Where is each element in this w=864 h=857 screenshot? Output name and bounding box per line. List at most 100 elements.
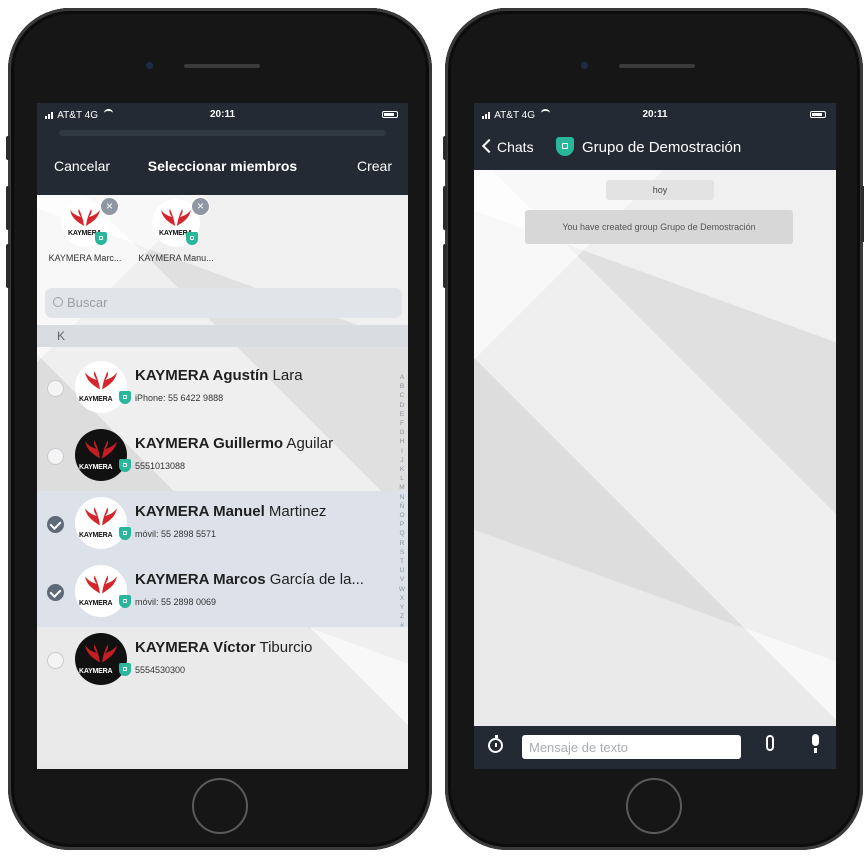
kaymera-logo-icon bbox=[85, 371, 117, 390]
contact-name: KAYMERA Manuel Martinez bbox=[135, 503, 326, 520]
alphabet-index-letter[interactable]: U bbox=[398, 566, 406, 575]
alphabet-index-letter[interactable]: P bbox=[398, 520, 406, 529]
chat-title[interactable]: Grupo de Demostración bbox=[582, 139, 741, 156]
create-button[interactable]: Crear bbox=[357, 158, 392, 174]
alphabet-index-letter[interactable]: N bbox=[398, 493, 406, 502]
alphabet-index-letter[interactable]: M bbox=[398, 483, 406, 492]
alphabet-index-letter[interactable]: T bbox=[398, 557, 406, 566]
alphabet-index-letter[interactable]: Z bbox=[398, 612, 406, 621]
contact-name-rest: Tiburcio bbox=[255, 639, 313, 656]
status-bar: AT&T 4G 20:11 bbox=[37, 103, 408, 128]
alphabet-index-letter[interactable]: F bbox=[398, 419, 406, 428]
chevron-left-icon bbox=[481, 138, 497, 154]
alphabet-index-letter[interactable]: D bbox=[398, 401, 406, 410]
selected-member-chip[interactable]: KAYMERA × KAYMERA Marc... bbox=[39, 197, 131, 263]
search-placeholder: Buscar bbox=[67, 295, 108, 310]
alphabet-index-letter[interactable]: # bbox=[398, 621, 406, 630]
avatar: KAYMERA bbox=[75, 497, 127, 549]
select-radio[interactable] bbox=[47, 448, 64, 465]
section-header: K bbox=[37, 325, 408, 347]
contact-name-rest: Lara bbox=[268, 367, 303, 384]
brand-label: KAYMERA bbox=[79, 532, 113, 539]
home-button[interactable] bbox=[626, 778, 682, 834]
alphabet-index-letter[interactable]: S bbox=[398, 548, 406, 557]
alphabet-index-letter[interactable]: Q bbox=[398, 529, 406, 538]
kaymera-logo-icon bbox=[85, 575, 117, 594]
shield-icon bbox=[119, 595, 131, 608]
alphabet-index-letter[interactable]: J bbox=[398, 456, 406, 465]
alphabet-index-letter[interactable]: G bbox=[398, 428, 406, 437]
alphabet-index-letter[interactable]: E bbox=[398, 410, 406, 419]
page-title: Seleccionar miembros bbox=[147, 158, 298, 174]
system-message: You have created group Grupo de Demostra… bbox=[525, 210, 793, 244]
alphabet-index-letter[interactable]: I bbox=[398, 447, 406, 456]
front-camera bbox=[146, 62, 153, 69]
alphabet-index-letter[interactable]: V bbox=[398, 575, 406, 584]
phone-right: AT&T 4G 20:11 Chats Grupo de Demostració… bbox=[443, 8, 864, 850]
alphabet-index-letter[interactable]: O bbox=[398, 511, 406, 520]
alphabet-index-letter[interactable]: X bbox=[398, 594, 406, 603]
battery-icon bbox=[382, 111, 398, 118]
back-button[interactable]: Chats bbox=[481, 138, 534, 155]
check-icon[interactable] bbox=[47, 516, 64, 533]
list-item[interactable]: KAYMERA KAYMERA Marcos García de la... m… bbox=[37, 559, 408, 627]
list-item[interactable]: KAYMERA KAYMERA Guillermo Aguilar 555101… bbox=[37, 423, 408, 491]
contact-name: KAYMERA Guillermo Aguilar bbox=[135, 435, 333, 452]
timer-icon[interactable] bbox=[488, 735, 503, 753]
mute-switch bbox=[6, 136, 10, 160]
alphabet-index-letter[interactable]: A bbox=[398, 373, 406, 382]
volume-down-button bbox=[6, 244, 10, 288]
chat-nav-bar: Chats Grupo de Demostración bbox=[474, 128, 836, 170]
list-item[interactable]: KAYMERA KAYMERA Agustín Lara iPhone: 55 … bbox=[37, 355, 408, 423]
brand-label: KAYMERA bbox=[79, 668, 113, 675]
paperclip-icon[interactable] bbox=[766, 735, 774, 751]
kaymera-logo-icon bbox=[85, 507, 117, 526]
close-icon[interactable]: × bbox=[191, 197, 210, 216]
alphabet-index-letter[interactable]: C bbox=[398, 391, 406, 400]
alphabet-index[interactable]: A B C D E F G H I J K L M N Ñ O P Q R S T U V W X Y Z # bbox=[398, 373, 406, 631]
shield-icon bbox=[119, 391, 131, 404]
volume-down-button bbox=[443, 244, 447, 288]
alphabet-index-letter[interactable]: Ñ bbox=[398, 502, 406, 511]
shield-icon bbox=[119, 527, 131, 540]
list-item[interactable]: KAYMERA KAYMERA Manuel Martinez móvil: 5… bbox=[37, 491, 408, 559]
back-label: Chats bbox=[497, 139, 534, 155]
select-radio[interactable] bbox=[47, 652, 64, 669]
kaymera-logo-icon bbox=[85, 440, 117, 459]
alphabet-index-letter[interactable]: B bbox=[398, 382, 406, 391]
avatar: KAYMERA bbox=[75, 565, 127, 617]
battery-icon bbox=[810, 111, 826, 118]
nav-bar: Cancelar Seleccionar miembros Crear bbox=[37, 128, 408, 195]
selected-member-chip[interactable]: KAYMERA × KAYMERA Manu... bbox=[130, 197, 222, 263]
contact-name-bold: KAYMERA Agustín bbox=[135, 367, 269, 384]
shield-icon bbox=[119, 459, 131, 472]
avatar: KAYMERA bbox=[75, 633, 127, 685]
avatar: KAYMERA bbox=[75, 429, 127, 481]
check-icon[interactable] bbox=[47, 584, 64, 601]
date-chip: hoy bbox=[606, 180, 714, 200]
search-input[interactable]: Buscar bbox=[45, 288, 402, 318]
alphabet-index-letter[interactable]: W bbox=[398, 585, 406, 594]
contact-name-rest: García de la... bbox=[265, 571, 364, 588]
alphabet-index-letter[interactable]: R bbox=[398, 539, 406, 548]
select-radio[interactable] bbox=[47, 380, 64, 397]
selected-member-name: KAYMERA Marc... bbox=[48, 253, 122, 263]
selected-member-name: KAYMERA Manu... bbox=[138, 253, 214, 263]
mute-switch bbox=[443, 136, 447, 160]
alphabet-index-letter[interactable]: H bbox=[398, 437, 406, 446]
microphone-icon[interactable] bbox=[812, 734, 819, 753]
shield-icon bbox=[186, 232, 198, 245]
bottom-edge bbox=[37, 763, 408, 769]
home-button[interactable] bbox=[192, 778, 248, 834]
list-item[interactable]: KAYMERA KAYMERA Víctor Tiburcio 55545303… bbox=[37, 627, 408, 695]
contact-name-bold: KAYMERA Marcos bbox=[135, 571, 266, 588]
alphabet-index-letter[interactable]: Y bbox=[398, 603, 406, 612]
message-input[interactable] bbox=[522, 735, 741, 759]
brand-label: KAYMERA bbox=[79, 396, 113, 403]
close-icon[interactable]: × bbox=[100, 197, 119, 216]
alphabet-index-letter[interactable]: K bbox=[398, 465, 406, 474]
select-members-screen: AT&T 4G 20:11 Cancelar Seleccionar miemb… bbox=[37, 103, 408, 769]
status-bar: AT&T 4G 20:11 bbox=[474, 103, 836, 128]
contact-name-rest: Martinez bbox=[264, 503, 327, 520]
alphabet-index-letter[interactable]: L bbox=[398, 474, 406, 483]
